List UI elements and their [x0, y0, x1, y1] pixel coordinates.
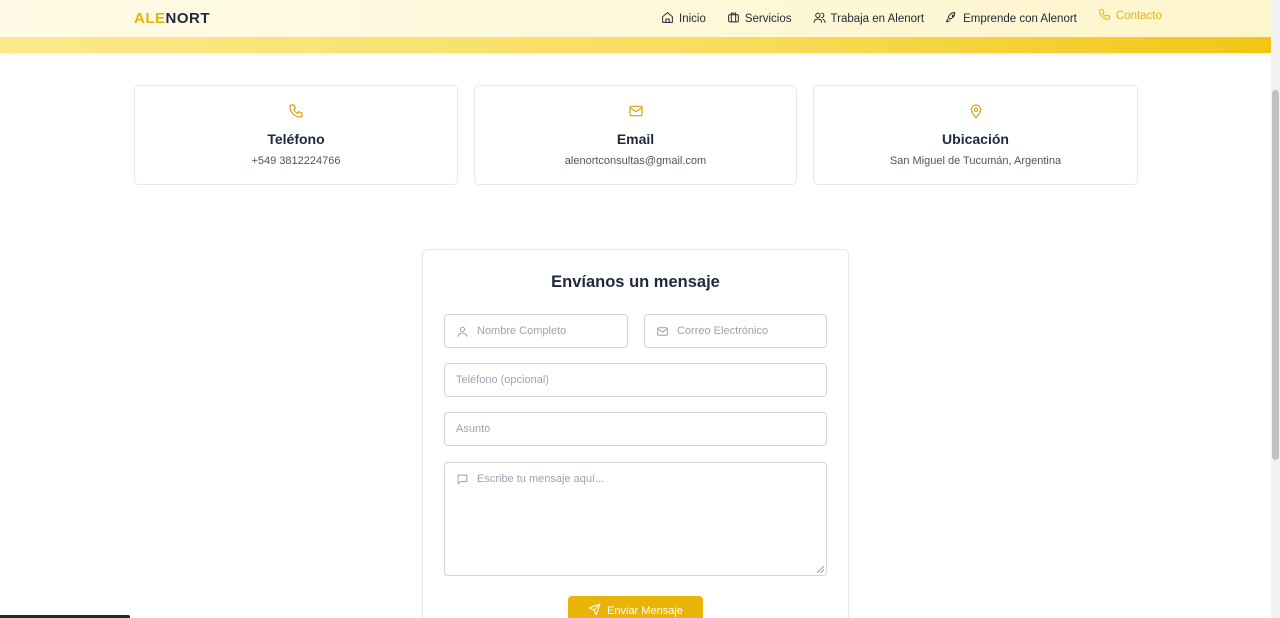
logo[interactable]: ALENORT: [134, 10, 210, 27]
name-input[interactable]: Nombre Completo: [444, 314, 628, 348]
message-placeholder: Escribe tu mensaje aquí...: [477, 473, 605, 485]
scrollbar[interactable]: [1271, 0, 1280, 618]
nav-item-inicio[interactable]: Inicio: [661, 11, 706, 27]
phone-icon: [1098, 8, 1111, 24]
nav-item-label: Trabaja en Alenort: [830, 13, 925, 25]
nav-item-label: Emprende con Alenort: [963, 13, 1077, 25]
send-button-label: Enviar Mensaje: [607, 605, 683, 617]
phone-icon: [288, 103, 304, 119]
subject-input[interactable]: Asunto: [444, 412, 827, 446]
resize-handle[interactable]: [817, 566, 824, 573]
contact-card-location: Ubicación San Miguel de Tucumán, Argenti…: [813, 85, 1138, 185]
card-value: alenortconsultas@gmail.com: [564, 155, 707, 167]
nav-item-label: Servicios: [744, 13, 792, 25]
nav-item-label: Contacto: [1115, 10, 1162, 22]
briefcase-icon: [727, 11, 740, 27]
send-icon: [588, 603, 601, 618]
main-nav: Inicio Servicios Trabaja en Alenort Empr…: [661, 8, 1183, 27]
mail-icon: [656, 325, 669, 338]
nav-item-emprende[interactable]: Emprende con Alenort: [945, 11, 1077, 27]
scrollbar-thumb[interactable]: [1272, 90, 1279, 460]
nav-item-contacto[interactable]: Contacto: [1098, 8, 1162, 24]
map-pin-icon: [968, 103, 984, 119]
phone-input[interactable]: Teléfono (opcional): [444, 363, 827, 397]
contact-form: Envíanos un mensaje Nombre Completo Corr…: [422, 249, 849, 618]
email-input[interactable]: Correo Electrónico: [644, 314, 827, 348]
nav-item-trabaja[interactable]: Trabaja en Alenort: [813, 11, 925, 27]
email-placeholder: Correo Electrónico: [677, 325, 769, 337]
form-title: Envíanos un mensaje: [551, 273, 720, 291]
send-message-button[interactable]: Enviar Mensaje: [568, 596, 703, 618]
message-icon: [456, 473, 469, 486]
card-value: +549 3812224766: [251, 155, 341, 167]
header-stripe: [0, 37, 1271, 53]
card-title: Ubicación: [942, 131, 1009, 147]
site-header: ALENORT Inicio Servicios Trabaja en Alen…: [0, 0, 1271, 53]
contact-card-phone: Teléfono +549 3812224766: [134, 85, 458, 185]
nav-item-servicios[interactable]: Servicios: [727, 11, 792, 27]
subject-placeholder: Asunto: [456, 423, 491, 435]
rocket-icon: [945, 11, 958, 27]
mail-icon: [628, 103, 644, 119]
phone-placeholder: Teléfono (opcional): [456, 374, 549, 386]
name-placeholder: Nombre Completo: [477, 325, 567, 337]
contact-card-email: Email alenortconsultas@gmail.com: [474, 85, 797, 185]
user-icon: [456, 325, 469, 338]
card-title: Email: [616, 131, 655, 147]
home-icon: [661, 11, 674, 27]
message-textarea[interactable]: Escribe tu mensaje aquí...: [444, 462, 827, 576]
card-title: Teléfono: [267, 131, 325, 147]
card-value: San Miguel de Tucumán, Argentina: [889, 155, 1062, 167]
nav-item-label: Inicio: [679, 13, 706, 25]
logo-secondary: NORT: [165, 10, 210, 27]
users-icon: [813, 11, 826, 27]
logo-primary: ALE: [134, 10, 166, 27]
